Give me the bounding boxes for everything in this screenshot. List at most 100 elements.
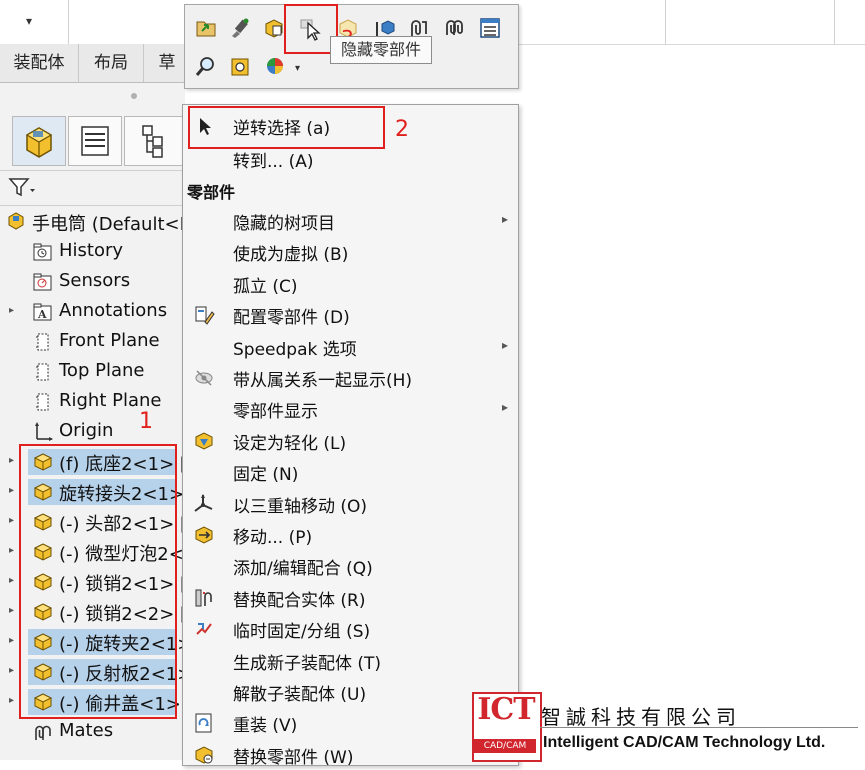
command-tabs: 装配体 布局 草 <box>0 44 190 83</box>
expand-arrow-icon[interactable]: ▸ <box>9 485 14 496</box>
lightweight-icon <box>193 430 215 452</box>
expand-arrow-icon[interactable]: ▸ <box>9 665 14 676</box>
menu-item[interactable]: 替换配合实体 (R) <box>183 582 518 613</box>
tree-item[interactable]: Top Plane <box>0 357 185 387</box>
reload-icon <box>193 712 215 734</box>
dropdown-arrow-icon[interactable]: ▾ <box>26 14 32 28</box>
tree-item-label: Sensors <box>59 270 131 291</box>
menu-item[interactable]: 孤立 (C) <box>183 268 518 299</box>
edit-part-button[interactable] <box>227 15 253 41</box>
menu-section-header: 零部件 <box>187 183 236 202</box>
menu-item[interactable]: Speedpak 选项 ▸ <box>183 331 518 362</box>
context-menu: 逆转选择 (a) 转到... (A) 零部件 隐藏的树项目 ▸ 使成为虚拟 (B) 孤立 (… <box>182 104 519 768</box>
tab-layout[interactable]: 布局 <box>79 44 144 82</box>
filter-bar <box>0 170 185 206</box>
tree-root-row[interactable]: 手电筒 (Default<D <box>0 207 193 237</box>
divider <box>68 0 69 44</box>
menu-item-label: 隐藏的树项目 <box>233 214 335 234</box>
menu-item[interactable]: 配置零部件 (D) <box>183 299 518 330</box>
splitter-handle[interactable] <box>131 93 137 99</box>
menu-item[interactable]: 移动... (P) <box>183 519 518 550</box>
zoom-icon <box>195 57 214 76</box>
view-mates-icon <box>446 20 463 35</box>
replace-component-icon <box>193 744 215 766</box>
tree-item[interactable]: Front Plane <box>0 327 185 357</box>
tree-item[interactable]: Right Plane <box>0 387 185 417</box>
divider <box>665 0 666 44</box>
expand-arrow-icon[interactable]: ▸ <box>9 455 14 466</box>
menu-item[interactable]: 隐藏的树项目 ▸ <box>183 205 518 236</box>
view-mates-button[interactable] <box>441 15 467 41</box>
menu-item[interactable]: 带从属关系一起显示(H) <box>183 362 518 393</box>
configure-component-button[interactable] <box>227 53 253 79</box>
expand-arrow-icon[interactable]: ▸ <box>9 605 14 616</box>
menu-item-label: 替换配合实体 (R) <box>233 590 366 611</box>
menu-item-label: 转到... (A) <box>233 152 314 172</box>
expand-arrow-icon[interactable]: ▸ <box>9 515 14 526</box>
tree-item[interactable]: Mates <box>0 717 185 747</box>
annotation-box-1 <box>19 444 177 719</box>
tab-assembly[interactable]: 装配体 <box>0 44 79 82</box>
feature-manager-icon <box>25 127 53 158</box>
menu-item[interactable]: 添加/编辑配合 (Q) <box>183 550 518 581</box>
configure-icon <box>231 58 249 76</box>
tab-property-manager[interactable] <box>68 116 122 166</box>
list-icon <box>480 18 500 38</box>
menu-item-label: 移动... (P) <box>233 528 313 548</box>
menu-item[interactable]: 零部件显示 ▸ <box>183 393 518 424</box>
tree-item[interactable]: Sensors <box>0 267 185 297</box>
annotation-number-1: 1 <box>139 409 153 434</box>
expand-arrow-icon[interactable]: ▸ <box>9 545 14 556</box>
expand-arrow-icon[interactable]: ▸ <box>9 575 14 586</box>
menu-item-label: 带从属关系一起显示(H) <box>233 371 413 391</box>
configuration-manager-icon <box>142 125 163 158</box>
assembly-icon <box>8 212 24 230</box>
tab-configuration-manager[interactable] <box>124 116 186 166</box>
tree-item[interactable]: ▸ A Annotations <box>0 297 185 327</box>
origin-icon <box>32 421 53 441</box>
replace-mate-entities-icon <box>193 587 215 609</box>
menu-item[interactable]: 使成为虚拟 (B) <box>183 236 518 267</box>
temp-fix-group-icon <box>193 618 215 640</box>
menu-item[interactable]: 以三重轴移动 (O) <box>183 488 518 519</box>
menu-item-label: 配置零部件 (D) <box>233 308 350 329</box>
tree-item-label: Top Plane <box>59 360 145 381</box>
open-part-button[interactable] <box>193 15 219 41</box>
menu-item[interactable]: 替换零部件 (W) <box>183 739 518 770</box>
move-component-icon <box>193 524 215 546</box>
expand-arrow-icon[interactable]: ▸ <box>9 305 14 316</box>
menu-item[interactable]: 临时固定/分组 (S) <box>183 613 518 644</box>
annotations-icon: A <box>32 301 52 321</box>
tree-item-label: Front Plane <box>59 330 160 351</box>
divider <box>834 0 835 44</box>
sensors-icon <box>32 271 52 291</box>
appearance-button[interactable] <box>263 53 289 79</box>
tree-item[interactable]: History <box>0 237 185 267</box>
menu-item[interactable]: 重装 (V) <box>183 707 518 738</box>
annotation-box-2 <box>188 106 385 149</box>
logo-brand-text: ICT <box>477 692 535 727</box>
expand-arrow-icon[interactable]: ▸ <box>9 695 14 706</box>
property-manager-icon <box>81 126 109 156</box>
expand-arrow-icon[interactable]: ▸ <box>9 635 14 646</box>
tab-feature-manager[interactable] <box>12 116 66 166</box>
zoom-to-selection-button[interactable] <box>193 53 219 79</box>
menu-item[interactable]: 固定 (N) <box>183 456 518 487</box>
tree-item[interactable]: Origin <box>0 417 185 447</box>
filter-icon[interactable] <box>8 177 36 199</box>
menu-item-label: 临时固定/分组 (S) <box>233 622 371 643</box>
tree-item-label: Annotations <box>59 300 168 321</box>
menu-item-label: 添加/编辑配合 (Q) <box>233 559 373 580</box>
appearance-dropdown-icon[interactable]: ▾ <box>295 63 300 74</box>
edit-part-icon <box>232 18 249 38</box>
menu-item[interactable]: 生成新子装配体 (T) <box>183 645 518 676</box>
component-list-button[interactable] <box>477 15 503 41</box>
menu-item-label: 生成新子装配体 (T) <box>233 653 382 674</box>
plane-icon <box>32 361 52 381</box>
submenu-arrow-icon: ▸ <box>501 337 508 352</box>
plane-icon <box>32 331 52 351</box>
menu-item[interactable]: 解散子装配体 (U) <box>183 676 518 707</box>
menu-item[interactable]: 设定为轻化 (L) <box>183 425 518 456</box>
configure-component-icon <box>193 304 215 326</box>
tree-item-label: Right Plane <box>59 390 162 411</box>
